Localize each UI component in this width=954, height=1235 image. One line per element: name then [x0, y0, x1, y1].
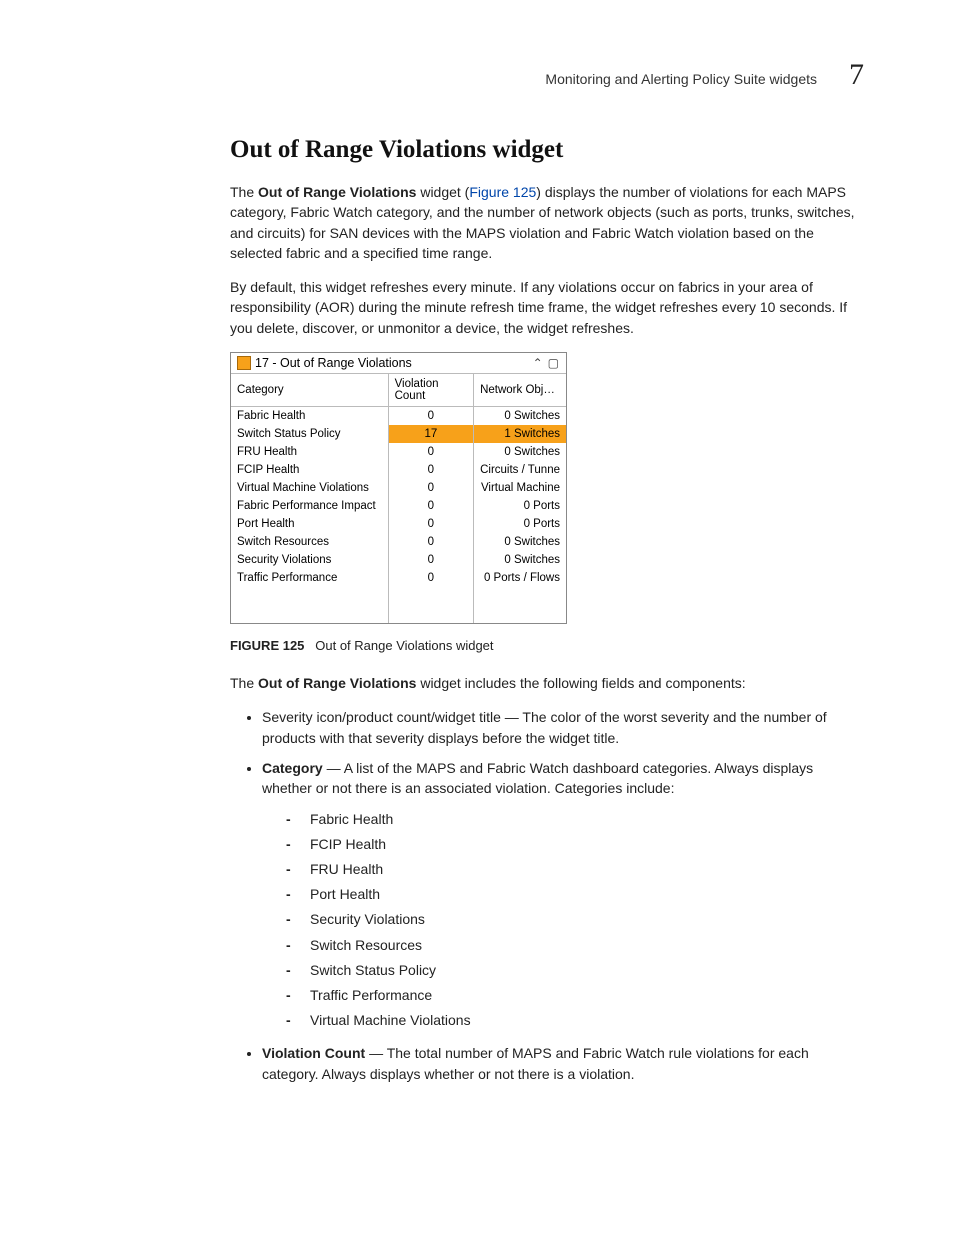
maximize-icon[interactable]: ▢ — [548, 357, 560, 369]
cell-category: Switch Status Policy — [231, 425, 388, 443]
cell-network-obj: 0 Ports — [474, 497, 566, 515]
running-header-text: Monitoring and Alerting Policy Suite wid… — [545, 71, 817, 87]
chapter-number: 7 — [849, 60, 864, 90]
cell-violation-count: 0 — [388, 569, 473, 587]
bullet-bold: Violation Count — [262, 1045, 365, 1061]
bullet-bold: Category — [262, 760, 323, 776]
page: Monitoring and Alerting Policy Suite wid… — [0, 0, 954, 1235]
cell-violation-count: 0 — [388, 515, 473, 533]
cell-category: Fabric Performance Impact — [231, 497, 388, 515]
text: widget ( — [416, 184, 469, 200]
col-header-category[interactable]: Category — [231, 374, 388, 407]
figure-link[interactable]: Figure 125 — [469, 184, 536, 200]
cell-violation-count: 0 — [388, 443, 473, 461]
widget-name-bold: Out of Range Violations — [258, 184, 416, 200]
cell-network-obj: Circuits / Tunne — [474, 461, 566, 479]
text: The — [230, 675, 258, 691]
cell-network-obj: 0 Switches — [474, 407, 566, 426]
figure-caption-text: Out of Range Violations widget — [315, 638, 493, 653]
table-header-row: Category Violation Count Network Obj… — [231, 374, 566, 407]
table-row[interactable]: Virtual Machine Violations0Virtual Machi… — [231, 479, 566, 497]
severity-icon — [237, 356, 251, 370]
cell-network-obj: 0 Switches — [474, 443, 566, 461]
cell-category: Traffic Performance — [231, 569, 388, 587]
table-row[interactable]: FCIP Health0Circuits / Tunne — [231, 461, 566, 479]
table-row[interactable]: Fabric Performance Impact00 Ports — [231, 497, 566, 515]
cell-network-obj: 1 Switches — [474, 425, 566, 443]
table-spacer-row — [231, 587, 566, 623]
cell-category: Port Health — [231, 515, 388, 533]
widget-name-bold: Out of Range Violations — [258, 675, 416, 691]
text: The — [230, 184, 258, 200]
list-item: Traffic Performance — [286, 983, 864, 1008]
list-item: Virtual Machine Violations — [286, 1008, 864, 1033]
cell-category: FCIP Health — [231, 461, 388, 479]
figure-caption: FIGURE 125 Out of Range Violations widge… — [230, 638, 864, 653]
section-title: Out of Range Violations widget — [230, 136, 864, 164]
cell-violation-count: 0 — [388, 461, 473, 479]
cell-network-obj: 0 Ports / Flows — [474, 569, 566, 587]
table-row[interactable]: Security Violations00 Switches — [231, 551, 566, 569]
components-list: Severity icon/product count/widget title… — [230, 707, 864, 1083]
running-header: Monitoring and Alerting Policy Suite wid… — [230, 60, 864, 90]
cell-network-obj: 0 Switches — [474, 551, 566, 569]
collapse-icon[interactable]: ⌃ — [533, 357, 544, 369]
table-row[interactable]: Traffic Performance00 Ports / Flows — [231, 569, 566, 587]
cell-violation-count: 0 — [388, 407, 473, 426]
cell-category: Virtual Machine Violations — [231, 479, 388, 497]
list-item: Switch Resources — [286, 933, 864, 958]
cell-network-obj: 0 Ports — [474, 515, 566, 533]
cell-category: FRU Health — [231, 443, 388, 461]
list-item: FCIP Health — [286, 832, 864, 857]
cell-violation-count: 0 — [388, 497, 473, 515]
list-item: FRU Health — [286, 857, 864, 882]
bullet-violation-count: Violation Count — The total number of MA… — [262, 1043, 864, 1084]
cell-violation-count: 17 — [388, 425, 473, 443]
table-row[interactable]: Port Health00 Ports — [231, 515, 566, 533]
cell-category: Switch Resources — [231, 533, 388, 551]
table-row[interactable]: Switch Status Policy171 Switches — [231, 425, 566, 443]
widget-title-text: 17 - Out of Range Violations — [255, 356, 412, 370]
cell-category: Fabric Health — [231, 407, 388, 426]
col-header-network-obj[interactable]: Network Obj… — [474, 374, 566, 407]
widget-titlebar: 17 - Out of Range Violations ⌃ ▢ — [231, 353, 566, 374]
list-item: Fabric Health — [286, 807, 864, 832]
figure-label: FIGURE 125 — [230, 638, 304, 653]
list-item: Switch Status Policy — [286, 958, 864, 983]
components-paragraph: The Out of Range Violations widget inclu… — [230, 673, 864, 693]
text: widget includes the following fields and… — [416, 675, 745, 691]
bullet-text: — A list of the MAPS and Fabric Watch da… — [262, 760, 813, 796]
list-item: Port Health — [286, 882, 864, 907]
cell-network-obj: 0 Switches — [474, 533, 566, 551]
table-row[interactable]: FRU Health00 Switches — [231, 443, 566, 461]
cell-violation-count: 0 — [388, 533, 473, 551]
col-header-violation-count[interactable]: Violation Count — [388, 374, 473, 407]
category-sublist: Fabric HealthFCIP HealthFRU HealthPort H… — [262, 807, 864, 1034]
violations-widget: 17 - Out of Range Violations ⌃ ▢ Categor… — [230, 352, 567, 624]
bullet-severity-icon: Severity icon/product count/widget title… — [262, 707, 864, 748]
intro-paragraph-2: By default, this widget refreshes every … — [230, 277, 864, 338]
table-row[interactable]: Switch Resources00 Switches — [231, 533, 566, 551]
intro-paragraph-1: The Out of Range Violations widget (Figu… — [230, 182, 864, 263]
violations-table: Category Violation Count Network Obj… Fa… — [231, 374, 566, 623]
bullet-category: Category — A list of the MAPS and Fabric… — [262, 758, 864, 1033]
list-item: Security Violations — [286, 907, 864, 932]
cell-category: Security Violations — [231, 551, 388, 569]
cell-violation-count: 0 — [388, 551, 473, 569]
table-row[interactable]: Fabric Health00 Switches — [231, 407, 566, 426]
cell-network-obj: Virtual Machine — [474, 479, 566, 497]
cell-violation-count: 0 — [388, 479, 473, 497]
